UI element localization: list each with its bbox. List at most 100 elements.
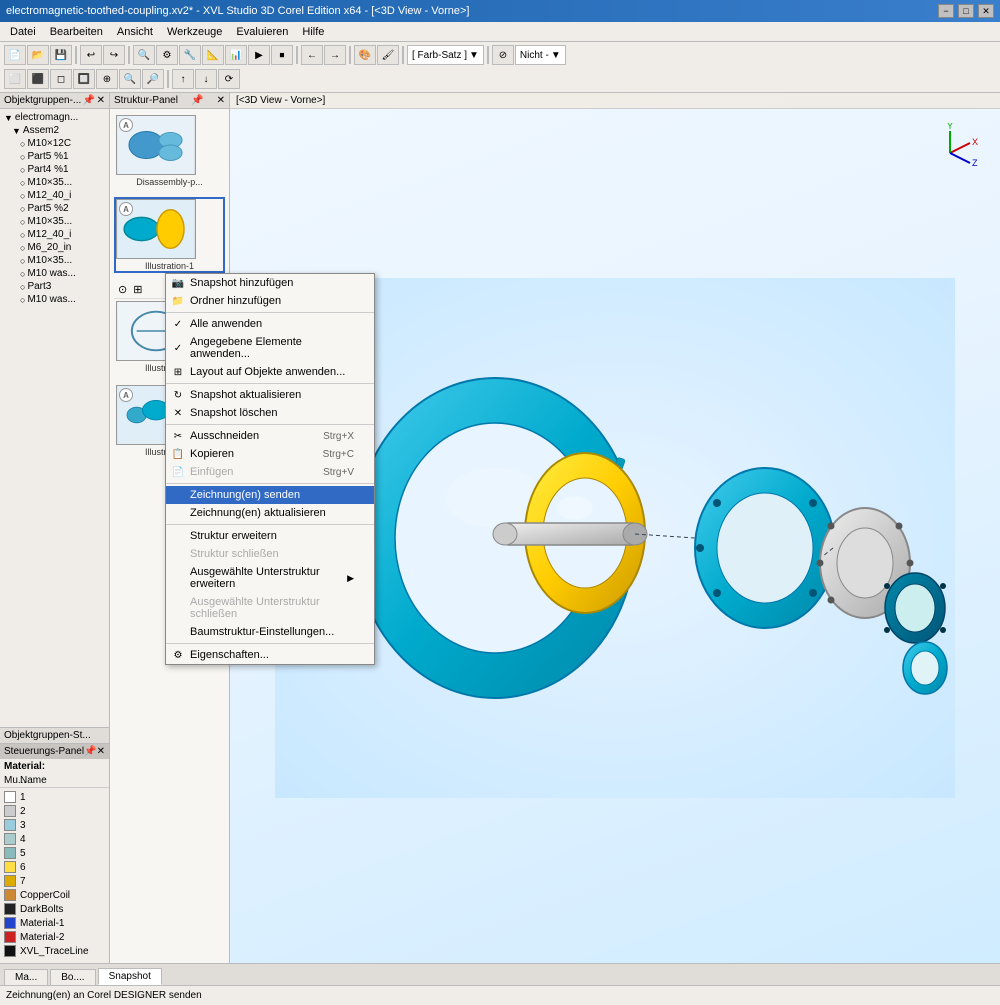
tree-item-m10-was-1[interactable]: ○ M10 was... xyxy=(2,267,107,280)
tb-new[interactable]: 📄 xyxy=(4,45,26,65)
menu-datei[interactable]: Datei xyxy=(4,25,42,39)
tree-item-label-m10x35-1: M10×35... xyxy=(27,177,72,188)
ctx-zeichnungen-senden[interactable]: Zeichnung(en) senden xyxy=(166,486,374,504)
ctx-layout-anwenden[interactable]: ⊞ Layout auf Objekte anwenden... xyxy=(166,363,374,381)
mat-name-4: 4 xyxy=(20,834,26,845)
tb-btn-8[interactable]: ▶ xyxy=(248,45,270,65)
tree-panel[interactable]: ▼ electromagn... ▼ Assem2 ○ M10×12C ○ Pa… xyxy=(0,109,109,727)
tree-item-m10x35-2[interactable]: ○ M10×35... xyxy=(2,215,107,228)
tb-btn-9[interactable]: ⏹ xyxy=(271,45,293,65)
snapshot-disassembly-1[interactable]: A Disassembly-p... xyxy=(114,113,225,189)
close-button[interactable]: ✕ xyxy=(978,4,994,18)
ctx-icon-angegebene: ✓ xyxy=(170,340,186,356)
menu-ansicht[interactable]: Ansicht xyxy=(111,25,159,39)
tree-item-m6-20[interactable]: ○ M6_20_in xyxy=(2,241,107,254)
tb-btn-12[interactable]: 🎨 xyxy=(354,45,376,65)
tree-item-m12-40[interactable]: ○ M12_40_i xyxy=(2,189,107,202)
tree-item-part5-2[interactable]: ○ Part5 %2 xyxy=(2,202,107,215)
mat-row-6[interactable]: 6 xyxy=(2,860,107,874)
tb-r9[interactable]: ↓ xyxy=(195,69,217,89)
mat-row-darkbolts[interactable]: DarkBolts xyxy=(2,902,107,916)
tree-item-m12-40-i[interactable]: ○ M12_40_i xyxy=(2,228,107,241)
steuerung-pin[interactable]: 📌 xyxy=(84,746,96,757)
tb-save[interactable]: 💾 xyxy=(50,45,72,65)
struktur-panel-close[interactable]: ✕ xyxy=(217,95,225,106)
tb-r3[interactable]: ◻ xyxy=(50,69,72,89)
tb-btn-nicht[interactable]: ⊘ xyxy=(492,45,514,65)
tb-btn-4[interactable]: ⚙ xyxy=(156,45,178,65)
ctx-ausgewaehlte-unterstruktur[interactable]: Ausgewählte Unterstruktur erweitern ▶ xyxy=(166,563,374,593)
tree-item-m10-was-2[interactable]: ○ M10 was... xyxy=(2,293,107,306)
mat-row-4[interactable]: 4 xyxy=(2,832,107,846)
tb-r1[interactable]: ⬜ xyxy=(4,69,26,89)
tb-btn-7[interactable]: 📊 xyxy=(225,45,247,65)
tree-item-assem2[interactable]: ▼ Assem2 xyxy=(2,124,107,137)
ctx-snapshot-loeschen[interactable]: ✕ Snapshot löschen xyxy=(166,404,374,422)
menu-evaluieren[interactable]: Evaluieren xyxy=(230,25,294,39)
tb-r7[interactable]: 🔎 xyxy=(142,69,164,89)
tb-btn-10[interactable]: ← xyxy=(301,45,323,65)
obj-panel-close[interactable]: ✕ xyxy=(97,95,105,106)
tb-r5[interactable]: ⊕ xyxy=(96,69,118,89)
ctx-kopieren[interactable]: 📋 Kopieren Strg+C xyxy=(166,445,374,463)
maximize-button[interactable]: □ xyxy=(958,4,974,18)
tree-item-m10x35-3[interactable]: ○ M10×35... xyxy=(2,254,107,267)
tab-snapshot[interactable]: Snapshot xyxy=(98,968,162,985)
minimize-button[interactable]: − xyxy=(938,4,954,18)
menu-bearbeiten[interactable]: Bearbeiten xyxy=(44,25,109,39)
tb-farb-satz-dropdown[interactable]: [ Farb-Satz ] ▼ xyxy=(407,45,484,65)
mat-row-coppercoil[interactable]: CopperCoil xyxy=(2,888,107,902)
ctx-eigenschaften[interactable]: ⚙ Eigenschaften... xyxy=(166,646,374,664)
mat-row-1[interactable]: 1 xyxy=(2,790,107,804)
mat-row-material1[interactable]: Material-1 xyxy=(2,916,107,930)
snap-ctrl-icon1: ⊙ xyxy=(118,283,127,296)
mat-row-5[interactable]: 5 xyxy=(2,846,107,860)
mat-row-2[interactable]: 2 xyxy=(2,804,107,818)
ctx-baumstruktur-einstellungen[interactable]: Baumstruktur-Einstellungen... xyxy=(166,623,374,641)
tab-bo[interactable]: Bo.... xyxy=(50,969,95,985)
tree-root[interactable]: ▼ electromagn... xyxy=(2,111,107,124)
tree-item-m10x12c[interactable]: ○ M10×12C xyxy=(2,137,107,150)
tb-redo[interactable]: ↪ xyxy=(103,45,125,65)
ctx-angegebene-anwenden[interactable]: ✓ Angegebene Elemente anwenden... xyxy=(166,333,374,363)
tb-r4[interactable]: 🔲 xyxy=(73,69,95,89)
tb-btn-13[interactable]: 🖌 xyxy=(377,45,399,65)
ctx-alle-anwenden[interactable]: ✓ Alle anwenden xyxy=(166,315,374,333)
tb-btn-6[interactable]: 📐 xyxy=(202,45,224,65)
tree-icon-part5-1: ○ xyxy=(20,152,25,162)
ctx-snapshot-aktualisieren[interactable]: ↻ Snapshot aktualisieren xyxy=(166,386,374,404)
mat-row-3[interactable]: 3 xyxy=(2,818,107,832)
tree-item-m10x35-1[interactable]: ○ M10×35... xyxy=(2,176,107,189)
tb-r2[interactable]: ⬛ xyxy=(27,69,49,89)
tree-item-part5-1[interactable]: ○ Part5 %1 xyxy=(2,150,107,163)
menu-hilfe[interactable]: Hilfe xyxy=(296,25,330,39)
mat-swatch-material2 xyxy=(4,931,16,943)
menu-werkzeuge[interactable]: Werkzeuge xyxy=(161,25,228,39)
struktur-panel-pin[interactable]: 📌 xyxy=(191,95,203,106)
mat-row-traceline[interactable]: XVL_TraceLine xyxy=(2,944,107,958)
mat-name-6: 6 xyxy=(20,862,26,873)
tree-item-part3[interactable]: ○ Part3 xyxy=(2,280,107,293)
tb-undo[interactable]: ↩ xyxy=(80,45,102,65)
ctx-struktur-erweitern[interactable]: Struktur erweitern xyxy=(166,527,374,545)
tb-btn-5[interactable]: 🔧 xyxy=(179,45,201,65)
mat-row-material2[interactable]: Material-2 xyxy=(2,930,107,944)
tb-r10[interactable]: ⟳ xyxy=(218,69,240,89)
tb-btn-11[interactable]: → xyxy=(324,45,346,65)
ctx-snapshot-hinzufuegen[interactable]: 📷 Snapshot hinzufügen xyxy=(166,274,374,292)
mat-row-7[interactable]: 7 xyxy=(2,874,107,888)
tree-icon-m10x35-3: ○ xyxy=(20,256,25,266)
tb-r6[interactable]: 🔍 xyxy=(119,69,141,89)
tab-ma[interactable]: Ma... xyxy=(4,969,48,985)
tb-open[interactable]: 📂 xyxy=(27,45,49,65)
tb-btn-3[interactable]: 🔍 xyxy=(133,45,155,65)
steuerung-close[interactable]: ✕ xyxy=(97,746,105,757)
snapshot-illustration-1[interactable]: A Illustration-1 xyxy=(114,197,225,273)
tb-r8[interactable]: ↑ xyxy=(172,69,194,89)
ctx-ordner-hinzufuegen[interactable]: 📁 Ordner hinzufügen xyxy=(166,292,374,310)
tb-nicht-dropdown[interactable]: Nicht - ▼ xyxy=(515,45,566,65)
ctx-ausschneiden[interactable]: ✂ Ausschneiden Strg+X xyxy=(166,427,374,445)
ctx-zeichnungen-aktualisieren[interactable]: Zeichnung(en) aktualisieren xyxy=(166,504,374,522)
obj-panel-pin[interactable]: 📌 xyxy=(83,95,95,106)
tree-item-part4[interactable]: ○ Part4 %1 xyxy=(2,163,107,176)
